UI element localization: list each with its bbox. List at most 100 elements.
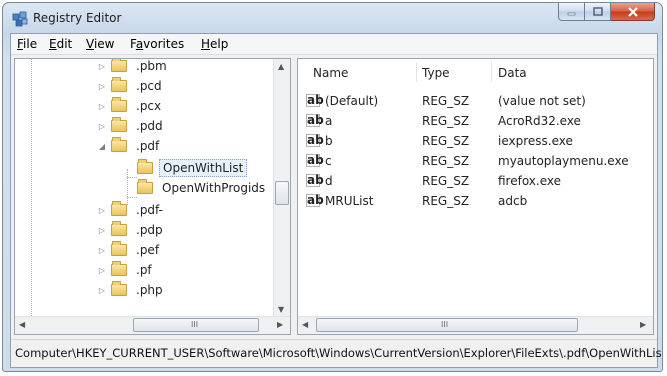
folder-icon <box>137 159 153 174</box>
tree-item[interactable]: ▷ .pdd <box>97 117 166 135</box>
value-data: adcb <box>498 194 528 208</box>
window-title: Registry Editor <box>33 11 122 25</box>
string-value-icon: ab <box>306 173 324 187</box>
expand-icon[interactable]: ▷ <box>97 82 107 91</box>
client-area: File Edit View Favorites Help ▷ .pbm ▷ .pc… <box>10 33 662 368</box>
expand-icon[interactable]: ▷ <box>97 266 107 275</box>
folder-icon <box>111 201 127 216</box>
value-data: AcroRd32.exe <box>498 114 581 128</box>
string-value-icon: ab <box>306 93 324 107</box>
value-name: b <box>325 134 333 148</box>
expand-icon[interactable]: ▷ <box>97 226 107 235</box>
menu-view[interactable]: View <box>86 37 114 51</box>
values-list-pane[interactable]: Name Type Data ab (Default) REG_SZ (valu… <box>297 58 654 335</box>
registry-editor-window: Registry Editor File Edit View Favorites… <box>2 2 663 372</box>
registry-icon <box>12 11 28 27</box>
expand-icon[interactable]: ▷ <box>97 206 107 215</box>
column-divider[interactable] <box>416 62 417 82</box>
scroll-left-icon[interactable]: ◀ <box>19 320 25 329</box>
value-type: REG_SZ <box>422 174 470 188</box>
tree-item[interactable]: ▷ .pcx <box>97 97 164 115</box>
column-header-data[interactable]: Data <box>498 66 527 80</box>
folder-icon <box>111 221 127 236</box>
tree-vertical-scroll-thumb[interactable] <box>275 181 289 205</box>
value-row[interactable]: ab c REG_SZ myautoplaymenu.exe <box>298 151 638 171</box>
collapse-icon[interactable]: ◢ <box>97 142 107 151</box>
tree-horizontal-scrollbar[interactable]: ◀ III ▶ <box>15 316 290 334</box>
folder-icon <box>111 117 127 132</box>
tree-horizontal-scroll-thumb[interactable]: III <box>133 318 259 332</box>
column-header-type[interactable]: Type <box>422 66 450 80</box>
caption-buttons <box>558 3 655 22</box>
value-name: d <box>325 174 333 188</box>
menu-edit[interactable]: Edit <box>49 37 72 51</box>
expand-icon[interactable]: ▷ <box>97 122 107 131</box>
tree-item-openwithlist[interactable]: OpenWithList <box>123 159 248 177</box>
tree-item[interactable]: ▷ .pdp <box>97 221 166 239</box>
tree-item[interactable]: ▷ .pf <box>97 261 155 279</box>
tree-guide-line <box>31 59 32 318</box>
values-horizontal-scroll-thumb[interactable]: III <box>316 318 578 332</box>
tree-item[interactable]: ▷ .pbm <box>97 59 170 75</box>
value-row[interactable]: ab MRUList REG_SZ adcb <box>298 191 638 211</box>
tree-guide-line <box>127 177 137 178</box>
folder-icon <box>111 261 127 276</box>
expand-icon[interactable]: ▷ <box>97 62 107 71</box>
value-name: a <box>325 114 333 128</box>
string-value-icon: ab <box>306 153 324 167</box>
scroll-right-icon[interactable]: ▶ <box>277 320 283 329</box>
scroll-right-icon[interactable]: ▶ <box>640 320 646 329</box>
menu-favorites[interactable]: Favorites <box>130 37 184 51</box>
expand-icon[interactable]: ▷ <box>97 102 107 111</box>
value-type: REG_SZ <box>422 154 470 168</box>
value-type: REG_SZ <box>422 194 470 208</box>
column-header-name[interactable]: Name <box>313 66 348 80</box>
tree-item[interactable]: ▷ .pcd <box>97 77 165 95</box>
grip-icon: III <box>191 320 199 329</box>
scroll-down-icon[interactable]: ▼ <box>278 305 284 314</box>
tree-vertical-scrollbar[interactable]: ▲ ▼ <box>273 59 290 318</box>
value-row[interactable]: ab a REG_SZ AcroRd32.exe <box>298 111 638 131</box>
title-bar[interactable]: Registry Editor <box>3 3 662 33</box>
value-data: (value not set) <box>498 94 586 108</box>
expand-icon[interactable]: ▷ <box>97 286 107 295</box>
maximize-icon <box>592 7 603 16</box>
tree-item[interactable]: ◢ .pdf <box>97 137 162 155</box>
maximize-button[interactable] <box>585 3 611 21</box>
value-data: firefox.exe <box>498 174 562 188</box>
column-divider[interactable] <box>491 62 492 82</box>
value-type: REG_SZ <box>422 134 470 148</box>
grip-icon: III <box>441 320 449 329</box>
value-row[interactable]: ab d REG_SZ firefox.exe <box>298 171 638 191</box>
scroll-left-icon[interactable]: ◀ <box>302 320 308 329</box>
expand-icon[interactable]: ▷ <box>97 246 107 255</box>
tree-item[interactable]: OpenWithProgids <box>123 179 268 197</box>
string-value-icon: ab <box>306 193 324 207</box>
minimize-button[interactable] <box>558 3 585 21</box>
minimize-icon <box>567 12 576 16</box>
value-name: (Default) <box>325 94 379 108</box>
current-key-path: Computer\HKEY_CURRENT_USER\Software\Micr… <box>15 346 663 360</box>
folder-icon <box>137 179 153 194</box>
folder-open-icon <box>111 137 127 152</box>
value-row[interactable]: ab (Default) REG_SZ (value not set) <box>298 91 638 111</box>
folder-icon <box>111 77 127 92</box>
tree-item[interactable]: ▷ .php <box>97 281 166 299</box>
value-data: iexpress.exe <box>498 134 573 148</box>
folder-icon <box>111 281 127 296</box>
value-row[interactable]: ab b REG_SZ iexpress.exe <box>298 131 638 151</box>
folder-icon <box>111 97 127 112</box>
tree-item[interactable]: ▷ .pef <box>97 241 162 259</box>
string-value-icon: ab <box>306 113 324 127</box>
tree-item[interactable]: ▷ .pdf- <box>97 201 166 219</box>
close-button[interactable] <box>611 3 655 21</box>
value-name: c <box>325 154 332 168</box>
value-name: MRUList <box>325 194 374 208</box>
scroll-up-icon[interactable]: ▲ <box>278 62 284 71</box>
menu-help[interactable]: Help <box>201 37 228 51</box>
status-bar: Computer\HKEY_CURRENT_USER\Software\Micr… <box>11 339 662 366</box>
tree-guide-line <box>127 197 137 198</box>
key-tree-pane[interactable]: ▷ .pbm ▷ .pcd ▷ .pcx ▷ .pdd ◢ .pdf OpenWithLi… <box>14 58 291 335</box>
values-horizontal-scrollbar[interactable]: ◀ III ▶ <box>298 316 653 334</box>
menu-file[interactable]: File <box>17 37 37 51</box>
